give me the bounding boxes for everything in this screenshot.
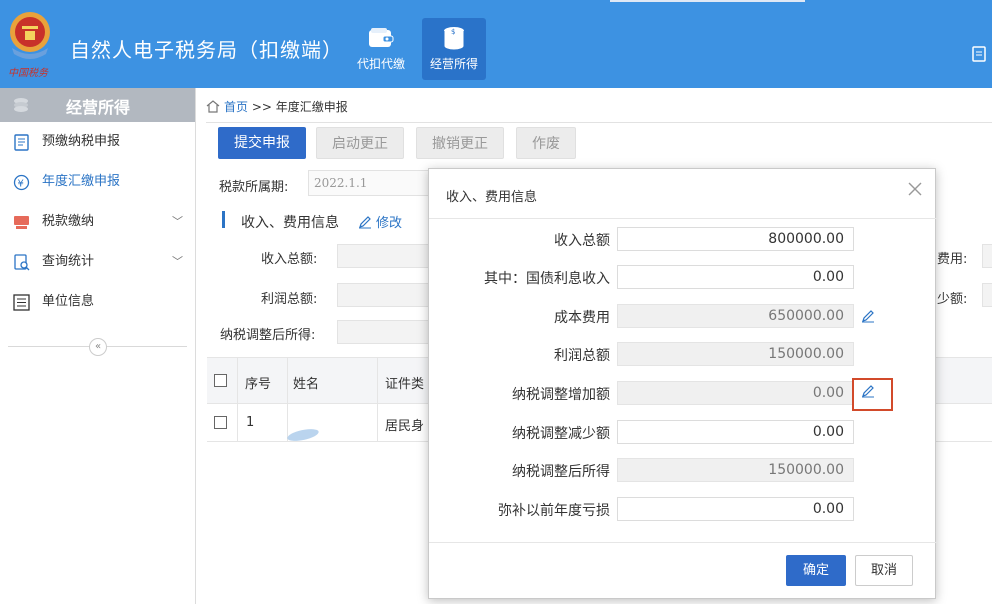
- total-income-input[interactable]: 800000.00: [617, 227, 854, 251]
- bg-reduce-field[interactable]: [982, 283, 992, 307]
- cost-expense-edit-icon[interactable]: [861, 309, 875, 323]
- nav-withholding-button[interactable]: 代扣代缴: [349, 18, 413, 80]
- header-top-strip: [610, 0, 805, 2]
- nav-business-income-label: 经营所得: [429, 57, 478, 71]
- nav-withholding-label: 代扣代缴: [356, 57, 405, 71]
- sidebar-item-label: 年度汇缴申报: [42, 174, 121, 189]
- total-income-label: 收入总额: [554, 233, 610, 249]
- bg-adjusted-income-field[interactable]: [337, 320, 432, 344]
- chevron-down-icon[interactable]: ﹀: [172, 242, 183, 282]
- coins-icon: $: [443, 27, 465, 51]
- payment-icon: [14, 216, 29, 229]
- select-all-checkbox[interactable]: [214, 374, 227, 387]
- income-expense-dialog: 收入、费用信息 收入总额 800000.00 其中：国债利息收入 0.00 成本…: [428, 168, 937, 599]
- period-label: 税款所属期:: [219, 180, 289, 195]
- row-checkbox[interactable]: [214, 416, 227, 429]
- sidebar-item-label: 预缴纳税申报: [42, 134, 121, 149]
- submit-declaration-button[interactable]: 提交申报: [218, 127, 306, 159]
- adjusted-income-label: 纳税调整后所得: [512, 464, 610, 480]
- period-input[interactable]: 2022.1.1: [308, 170, 438, 196]
- collapse-sidebar-button[interactable]: «: [89, 338, 107, 356]
- svg-text:¥: ¥: [18, 179, 24, 190]
- sidebar-item-unit-info[interactable]: 单位信息: [0, 282, 195, 322]
- svg-text:中国税务: 中国税务: [8, 67, 49, 79]
- prior-loss-label: 弥补以前年度亏损: [498, 503, 610, 519]
- breadcrumb-home-link[interactable]: 首页: [224, 100, 248, 114]
- app-header: 中国税务 自然人电子税务局（扣缴端） 代扣代缴 $ 经营所得: [0, 0, 992, 88]
- cost-expense-label: 成本费用: [554, 310, 610, 326]
- breadcrumb: 首页 >> 年度汇缴申报: [206, 98, 348, 115]
- sidebar-item-prepay-declaration[interactable]: 预缴纳税申报: [0, 122, 195, 162]
- sidebar-item-query-stats[interactable]: 查询统计 ﹀: [0, 242, 195, 282]
- cost-expense-field: 650000.00: [617, 304, 854, 328]
- bg-adjusted-income-label: 纳税调整后所得:: [220, 328, 316, 343]
- column-divider: [377, 357, 378, 441]
- bond-interest-input[interactable]: 0.00: [617, 265, 854, 289]
- blurred-name-icon: [287, 429, 319, 441]
- close-icon[interactable]: [907, 181, 923, 197]
- edit-link-label: 修改: [376, 216, 403, 231]
- nav-business-income-button[interactable]: $ 经营所得: [422, 18, 486, 80]
- sidebar: 经营所得 预缴纳税申报 ¥ 年度汇缴申报 税款缴纳 ﹀ 查询统计 ﹀ 单位信息 …: [0, 88, 196, 604]
- sidebar-item-label: 查询统计: [42, 254, 95, 269]
- section-marker: [222, 211, 225, 228]
- cancel-correction-button[interactable]: 撤销更正: [416, 127, 504, 159]
- start-correction-button[interactable]: 启动更正: [316, 127, 404, 159]
- sidebar-item-tax-payment[interactable]: 税款缴纳 ﹀: [0, 202, 195, 242]
- col-header-name: 姓名: [293, 377, 320, 392]
- yen-icon: ¥: [13, 174, 30, 191]
- dialog-header-divider: [429, 218, 937, 219]
- col-header-index: 序号: [245, 377, 272, 392]
- sidebar-header: 经营所得: [0, 88, 195, 122]
- dialog-footer-divider: [429, 542, 937, 543]
- search-doc-icon: [14, 254, 30, 271]
- bg-total-income-label: 收入总额:: [261, 252, 318, 267]
- form-icon: [14, 134, 29, 151]
- tax-adjust-decrease-label: 纳税调整减少额: [512, 426, 610, 442]
- breadcrumb-current: 年度汇缴申报: [275, 100, 348, 114]
- pencil-icon: [359, 216, 371, 229]
- tax-emblem-icon: 中国税务: [8, 12, 50, 79]
- confirm-button[interactable]: 确定: [786, 555, 846, 586]
- adjusted-income-field: 150000.00: [617, 458, 854, 482]
- tax-adjust-increase-label: 纳税调整增加额: [512, 387, 610, 403]
- row-index: 1: [246, 415, 255, 430]
- tax-adjust-decrease-input[interactable]: 0.00: [617, 420, 854, 444]
- wallet-icon: [369, 28, 394, 47]
- row-id-type: 居民身: [385, 419, 425, 434]
- bg-fee-label: 费用:: [937, 252, 968, 267]
- home-icon: [206, 100, 220, 113]
- bg-total-profit-label: 利润总额:: [261, 292, 318, 307]
- total-profit-label: 利润总额: [554, 348, 610, 364]
- prior-loss-input[interactable]: 0.00: [617, 497, 854, 521]
- column-divider: [237, 357, 238, 441]
- void-button[interactable]: 作废: [516, 127, 576, 159]
- bg-total-income-field[interactable]: [337, 244, 432, 268]
- coins-icon: [14, 98, 28, 112]
- bg-fee-field[interactable]: [982, 244, 992, 268]
- sidebar-item-label: 税款缴纳: [42, 214, 95, 229]
- svg-text:$: $: [451, 28, 455, 36]
- sidebar-item-label: 单位信息: [42, 294, 95, 309]
- chevron-down-icon[interactable]: ﹀: [172, 202, 183, 242]
- section-title: 收入、费用信息: [241, 215, 339, 231]
- bond-interest-label: 其中：国债利息收入: [484, 271, 610, 287]
- highlight-box: [852, 378, 893, 411]
- tax-adjust-increase-field: 0.00: [617, 381, 854, 405]
- sidebar-item-annual-declaration[interactable]: ¥ 年度汇缴申报: [0, 162, 195, 202]
- col-header-id-type: 证件类: [385, 377, 425, 392]
- sidebar-title: 经营所得: [66, 98, 131, 117]
- breadcrumb-divider: [206, 122, 992, 123]
- document-icon[interactable]: [972, 46, 986, 62]
- dialog-title: 收入、费用信息: [446, 190, 538, 205]
- bg-reduce-label: 少额:: [937, 292, 968, 307]
- edit-link[interactable]: 修改: [358, 212, 402, 231]
- breadcrumb-separator: >>: [251, 100, 272, 114]
- bg-total-profit-field[interactable]: [337, 283, 432, 307]
- cancel-button[interactable]: 取消: [855, 555, 913, 586]
- total-profit-field: 150000.00: [617, 342, 854, 366]
- app-title: 自然人电子税务局（扣缴端）: [70, 38, 343, 62]
- list-icon: [13, 294, 30, 311]
